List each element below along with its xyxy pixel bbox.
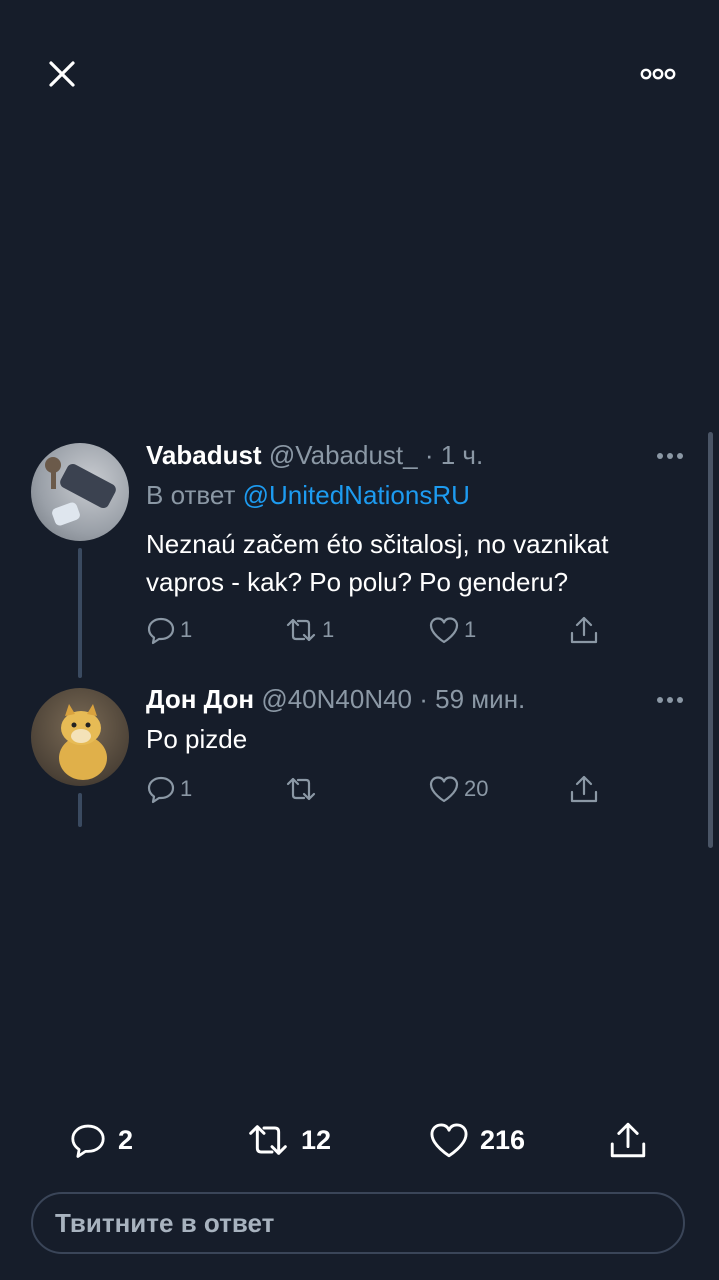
tweet-stats-bar: 2 12 216 [0,1115,719,1165]
author-name[interactable]: Дон Дон [146,684,254,714]
more-options-button[interactable] [634,54,682,94]
author-handle[interactable]: @40N40N40 [261,684,412,714]
share-icon [570,775,598,803]
tweet-actions: 1 20 [146,769,616,809]
reply-context: В ответ @UnitedNationsRU [146,480,470,511]
main-like-count: 216 [480,1124,526,1155]
reply-icon [147,617,175,645]
retweet-count: 1 [322,617,335,642]
avatar[interactable] [31,443,129,541]
reply-count: 1 [180,617,193,642]
retweet-icon [286,618,316,642]
more-horizontal-icon [657,697,683,703]
tweet-header: Дон Дон @40N40N40 · 59 мин. [146,684,525,715]
more-horizontal-icon [640,68,676,80]
author-name[interactable]: Vabadust [146,440,262,470]
share-button[interactable] [568,769,604,809]
tweet-actions: 1 1 1 [146,610,616,650]
main-retweet-count: 12 [301,1124,332,1155]
heart-icon [430,1123,468,1158]
share-button[interactable] [568,610,604,650]
thread-line [78,793,82,827]
main-reply-count: 2 [118,1124,134,1155]
retweet-icon [286,777,316,801]
main-share-button[interactable] [607,1115,659,1165]
reply-prefix: В ответ [146,480,236,510]
main-reply-button[interactable]: 2 [68,1115,133,1165]
reply-icon [147,776,175,804]
tweet-more-button[interactable] [652,690,688,710]
more-horizontal-icon [657,453,683,459]
tweet-header: Vabadust @Vabadust_ · 1 ч. [146,440,483,471]
tweet-time: · 59 мин. [419,684,526,714]
like-count: 20 [464,776,489,801]
thread-line [78,548,82,678]
reply-mention-link[interactable]: @UnitedNationsRU [243,480,470,510]
share-icon [570,616,598,644]
avatar-image [59,704,107,780]
reply-button[interactable]: 1 [146,610,192,650]
close-button[interactable] [40,52,84,96]
retweet-icon [249,1125,287,1155]
like-button[interactable]: 20 [428,769,488,809]
reply-input[interactable]: Твитните в ответ [31,1192,685,1254]
like-button[interactable]: 1 [428,610,476,650]
tweet-time: · 1 ч. [424,440,484,470]
reply-button[interactable]: 1 [146,769,192,809]
tweet-more-button[interactable] [652,446,688,466]
reply-input-placeholder: Твитните в ответ [55,1207,275,1238]
tweet-text: Po pizde [146,724,248,754]
heart-icon [429,776,459,803]
heart-icon [429,617,459,644]
retweet-button[interactable]: 1 [284,610,334,650]
tweet-text: Neznaú začem éto sčitalosj, no vaznikat … [146,529,609,597]
avatar-image [45,457,116,526]
avatar[interactable] [31,688,129,786]
retweet-button[interactable] [284,769,322,809]
reply-count: 1 [180,776,193,801]
reply-icon [71,1124,105,1158]
main-retweet-button[interactable]: 12 [245,1115,331,1165]
share-icon [610,1122,646,1158]
scrollbar[interactable] [708,432,713,848]
like-count: 1 [464,617,477,642]
close-icon [49,61,75,87]
author-handle[interactable]: @Vabadust_ [269,440,418,470]
main-like-button[interactable]: 216 [428,1115,525,1165]
